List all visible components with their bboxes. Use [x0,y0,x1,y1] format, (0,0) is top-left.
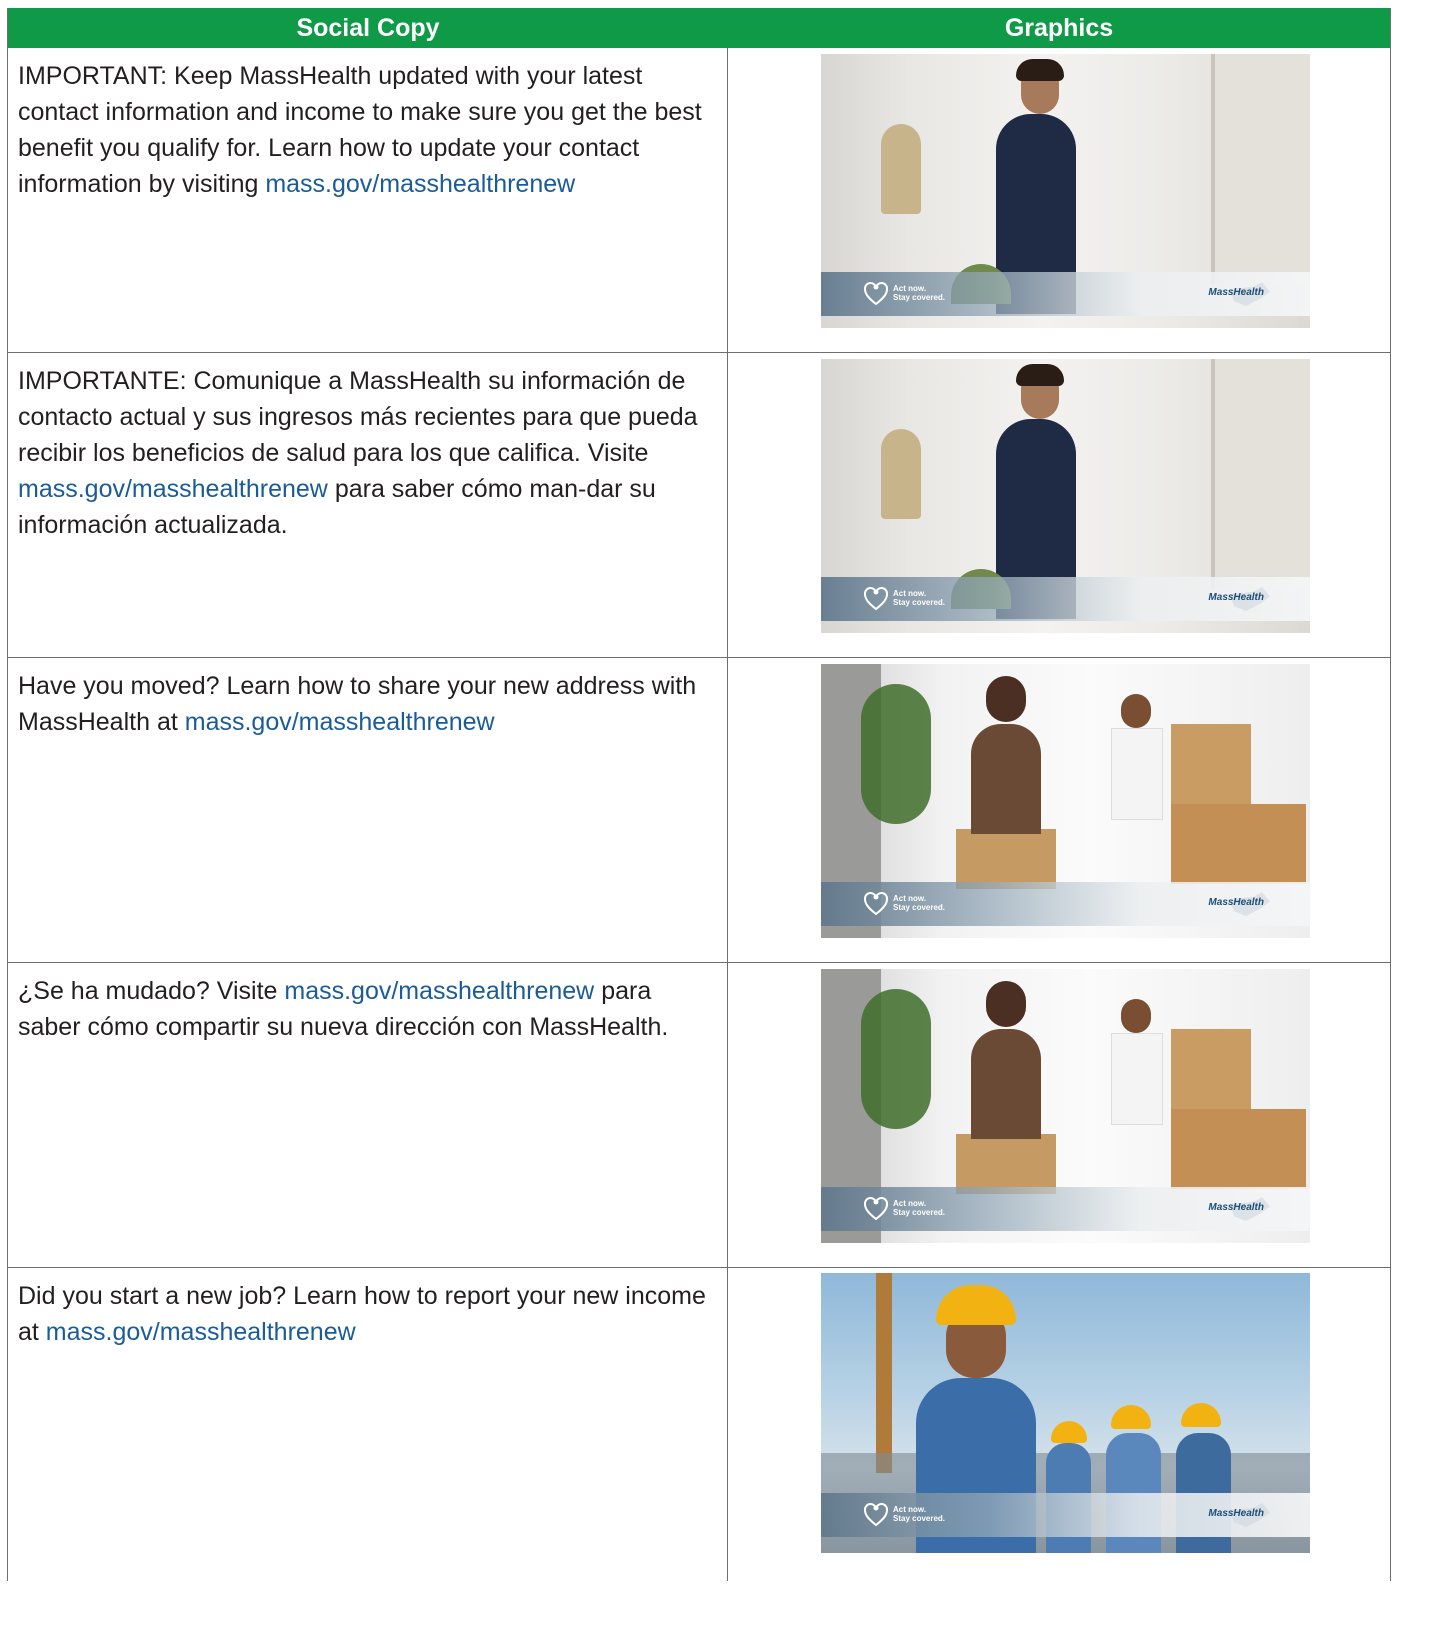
table-header: Social Copy Graphics [8,8,1390,48]
act-now-tagline: Act now. Stay covered. [893,589,946,607]
table-row: Did you start a new job? Learn how to re… [8,1268,1390,1581]
masshealth-logo: MassHealth [1208,287,1264,298]
social-copy-table: Social Copy Graphics IMPORTANT: Keep Mas… [7,8,1391,1581]
table-row: ¿Se ha mudado? Visite mass.gov/masshealt… [8,963,1390,1268]
copy-text: IMPORTANTE: Comunique a MassHealth su in… [18,367,698,467]
heart-logo-icon [864,892,888,916]
masshealth-renew-link[interactable]: mass.gov/masshealthrenew [18,475,328,503]
graphic-woman-phone: Act now. Stay covered. MassHealth [821,54,1310,328]
act-now-tagline: Act now. Stay covered. [893,1199,946,1217]
act-now-tagline: Act now. Stay covered. [893,894,946,912]
act-now-banner: Act now. Stay covered. MassHealth [821,882,1310,926]
header-social-copy: Social Copy [296,14,440,42]
graphic-cell: Act now. Stay covered. MassHealth [728,658,1390,962]
social-copy-cell: IMPORTANTE: Comunique a MassHealth su in… [8,353,728,657]
heart-logo-icon [864,282,888,306]
masshealth-logo: MassHealth [1208,897,1264,908]
graphic-woman-phone: Act now. Stay covered. MassHealth [821,359,1310,633]
act-now-banner: Act now. Stay covered. MassHealth [821,1187,1310,1231]
masshealth-renew-link[interactable]: mass.gov/masshealthrenew [46,1318,356,1346]
social-copy-cell: ¿Se ha mudado? Visite mass.gov/masshealt… [8,963,728,1267]
graphic-cell: Act now. Stay covered. MassHealth [728,48,1390,352]
act-now-banner: Act now. Stay covered. MassHealth [821,1493,1310,1537]
act-now-banner: Act now. Stay covered. MassHealth [821,272,1310,316]
graphic-cell: Act now. Stay covered. MassHealth [728,963,1390,1267]
header-graphics: Graphics [1004,14,1114,42]
act-now-banner: Act now. Stay covered. MassHealth [821,577,1310,621]
masshealth-logo: MassHealth [1208,1508,1264,1519]
table-row: IMPORTANT: Keep MassHealth updated with … [8,48,1390,353]
masshealth-logo: MassHealth [1208,592,1264,603]
masshealth-renew-link[interactable]: mass.gov/masshealthrenew [265,170,575,198]
act-now-tagline: Act now. Stay covered. [893,284,946,302]
graphic-family-moving: Act now. Stay covered. MassHealth [821,969,1310,1243]
graphic-construction-workers: Act now. Stay covered. MassHealth [821,1273,1310,1553]
social-copy-cell: IMPORTANT: Keep MassHealth updated with … [8,48,728,352]
act-now-tagline: Act now. Stay covered. [893,1505,946,1523]
graphic-family-moving: Act now. Stay covered. MassHealth [821,664,1310,938]
masshealth-renew-link[interactable]: mass.gov/masshealthrenew [185,708,495,736]
graphic-cell: Act now. Stay covered. MassHealth [728,1268,1390,1581]
graphic-cell: Act now. Stay covered. MassHealth [728,353,1390,657]
table-row: Have you moved? Learn how to share your … [8,658,1390,963]
copy-text: ¿Se ha mudado? Visite [18,977,285,1005]
heart-logo-icon [864,587,888,611]
heart-logo-icon [864,1503,888,1527]
social-copy-cell: Have you moved? Learn how to share your … [8,658,728,962]
masshealth-logo: MassHealth [1208,1202,1264,1213]
masshealth-renew-link[interactable]: mass.gov/masshealthrenew [284,977,594,1005]
social-copy-cell: Did you start a new job? Learn how to re… [8,1268,728,1581]
heart-logo-icon [864,1197,888,1221]
table-row: IMPORTANTE: Comunique a MassHealth su in… [8,353,1390,658]
